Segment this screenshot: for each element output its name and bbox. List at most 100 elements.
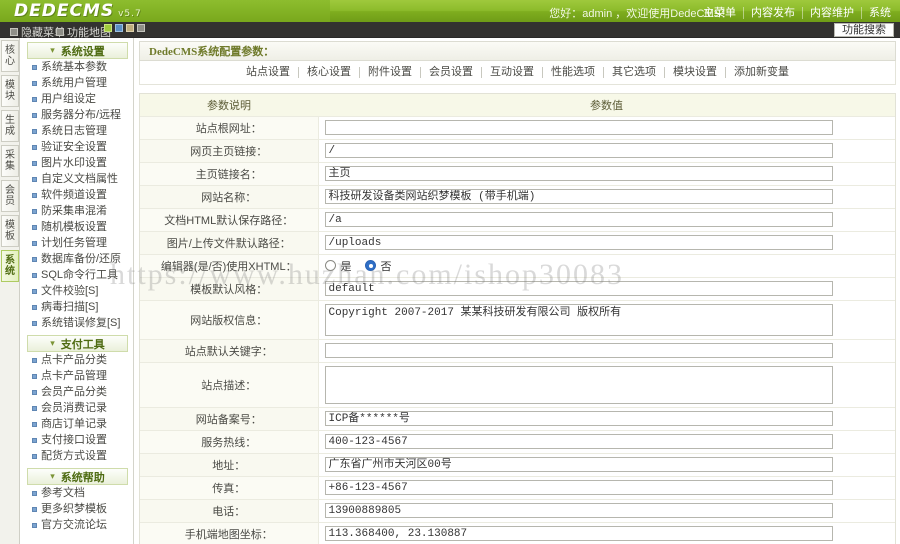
swatch-gray-icon[interactable]: [137, 24, 145, 32]
row-label-fax: 传真：: [140, 476, 319, 500]
table-row: 编辑器(是/否)使用XHTML： 是 否: [140, 254, 895, 278]
swatch-green-icon[interactable]: [104, 24, 112, 32]
input-phone[interactable]: 13900889805: [324, 503, 833, 518]
header-param-desc: 参数说明: [140, 94, 318, 117]
input-homepage-link[interactable]: /: [324, 143, 833, 158]
textarea-site-description[interactable]: [324, 365, 833, 404]
sidebar-item-delivery-method[interactable]: 配货方式设置: [21, 448, 133, 464]
sidebar-item-user-group-setting[interactable]: 用户组设定: [21, 91, 133, 107]
bullet-icon: [32, 96, 37, 102]
sidebar-item-more-templates[interactable]: 更多织梦模板: [21, 501, 133, 517]
rail-tab-member[interactable]: 会员: [1, 180, 19, 212]
rail-tab-system[interactable]: 系统: [1, 250, 19, 282]
input-site-root-url[interactable]: [324, 120, 833, 135]
input-default-keywords[interactable]: [324, 343, 833, 358]
radio-xhtml-no[interactable]: [364, 260, 376, 271]
table-row: 电话： 13900889805: [140, 499, 895, 523]
sidebar-item-file-verify[interactable]: 文件校验[S]: [21, 283, 133, 299]
tab-add-new-variable[interactable]: 添加新变量: [726, 67, 797, 78]
top-nav-content-publish[interactable]: 内容发布: [743, 7, 802, 19]
sidebar-item-reference-doc[interactable]: 参考文档: [21, 485, 133, 501]
sidebar-item-member-consumption-record[interactable]: 会员消费记录: [21, 400, 133, 416]
tab-other-options[interactable]: 其它选项: [604, 67, 665, 78]
sidebar-group-payment-tools[interactable]: ▾ 支付工具: [27, 335, 128, 352]
bullet-icon: [32, 160, 37, 166]
sidebar-item-db-backup-restore[interactable]: 数据库备份/还原: [21, 251, 133, 267]
row-label-html-save-path: 文档HTML默认保存路径：: [140, 208, 319, 232]
bullet-icon: [32, 128, 37, 134]
table-row: 文档HTML默认保存路径： /a: [140, 208, 895, 232]
rail-tab-core[interactable]: 核心: [1, 40, 19, 72]
tab-site-settings[interactable]: 站点设置: [238, 67, 299, 78]
row-label-xhtml-editor: 编辑器(是/否)使用XHTML：: [140, 254, 319, 278]
swatch-tan-icon[interactable]: [126, 24, 134, 32]
sidebar-item-member-product-category[interactable]: 会员产品分类: [21, 384, 133, 400]
module-rail: 核心 模块 生成 采集 会员 模板 系统: [0, 38, 20, 544]
radio-xhtml-yes[interactable]: [324, 260, 336, 271]
sidebar-group-system-settings[interactable]: ▾ 系统设置: [27, 42, 128, 59]
tab-attachment-settings[interactable]: 附件设置: [360, 67, 421, 78]
input-html-save-path[interactable]: /a: [324, 212, 833, 227]
input-icp-number[interactable]: ICP备******号: [324, 411, 833, 426]
tab-performance-options[interactable]: 性能选项: [543, 67, 604, 78]
input-site-name[interactable]: 科技研发设备类网站织梦模板 (带手机端): [324, 189, 833, 204]
sidebar-item-random-template[interactable]: 随机模板设置: [21, 219, 133, 235]
sidebar-item-payment-interface[interactable]: 支付接口设置: [21, 432, 133, 448]
bullet-icon: [32, 389, 37, 395]
feature-search-button[interactable]: 功能搜索: [834, 23, 894, 37]
sidebar-item-label: 服务器分布/远程: [41, 109, 122, 121]
sidebar-item-software-channel[interactable]: 软件频道设置: [21, 187, 133, 203]
tab-member-settings[interactable]: 会员设置: [421, 67, 482, 78]
sidebar-item-label: 软件频道设置: [41, 189, 107, 201]
sidebar-item-custom-doc-attr[interactable]: 自定义文档属性: [21, 171, 133, 187]
sidebar-item-system-log[interactable]: 系统日志管理: [21, 123, 133, 139]
tab-module-settings[interactable]: 模块设置: [665, 67, 726, 78]
logo-version: v5.7: [118, 9, 142, 19]
sidebar-item-label: SQL命令行工具: [41, 269, 119, 281]
sidebar-item-sql-tool[interactable]: SQL命令行工具: [21, 267, 133, 283]
sidebar-item-official-forum[interactable]: 官方交流论坛: [21, 517, 133, 533]
sidebar-item-scheduled-task[interactable]: 计划任务管理: [21, 235, 133, 251]
main-content: DedeCMS系统配置参数： 站点设置 核心设置 附件设置 会员设置 互动设置 …: [135, 38, 900, 544]
sidebar-item-virus-scan[interactable]: 病毒扫描[S]: [21, 299, 133, 315]
sidebar-item-image-watermark[interactable]: 图片水印设置: [21, 155, 133, 171]
settings-tabs: 站点设置 核心设置 附件设置 会员设置 互动设置 性能选项 其它选项 模块设置 …: [139, 61, 896, 85]
input-address[interactable]: 广东省广州市天河区00号: [324, 457, 833, 472]
input-homepage-link-name[interactable]: 主页: [324, 166, 833, 181]
top-nav-content-maintain[interactable]: 内容维护: [802, 7, 861, 19]
sidebar-item-server-distribution[interactable]: 服务器分布/远程: [21, 107, 133, 123]
sidebar-item-label: 更多织梦模板: [41, 503, 107, 515]
sidebar-item-card-product-category[interactable]: 点卡产品分类: [21, 352, 133, 368]
sidebar-item-system-basic-params[interactable]: 系统基本参数: [21, 59, 133, 75]
rail-tab-generate[interactable]: 生成: [1, 110, 19, 142]
rail-tab-collect[interactable]: 采集: [1, 145, 19, 177]
rail-tab-module[interactable]: 模块: [1, 75, 19, 107]
sidebar-item-label: 自定义文档属性: [41, 173, 118, 185]
sidebar-item-card-product-manage[interactable]: 点卡产品管理: [21, 368, 133, 384]
textarea-copyright[interactable]: Copyright 2007-2017 某某科技研发有限公司 版权所有: [324, 303, 833, 336]
tab-core-settings[interactable]: 核心设置: [299, 67, 360, 78]
sidebar-item-anti-collection[interactable]: 防采集串混淆: [21, 203, 133, 219]
top-nav-system[interactable]: 系统: [861, 7, 898, 19]
input-mobile-map-coords[interactable]: 113.368400, 23.130887: [324, 526, 833, 541]
input-fax[interactable]: +86-123-4567: [324, 480, 833, 495]
sidebar-item-label: 防采集串混淆: [41, 205, 107, 217]
theme-swatches[interactable]: [104, 24, 145, 32]
rail-tab-template[interactable]: 模板: [1, 215, 19, 247]
sidebar-item-label: 会员消费记录: [41, 402, 107, 414]
input-service-hotline[interactable]: 400-123-4567: [324, 434, 833, 449]
sidebar-item-label: 点卡产品管理: [41, 370, 107, 382]
row-label-homepage-link: 网页主页链接：: [140, 139, 319, 163]
sidebar-item-system-error-repair[interactable]: 系统错误修复[S]: [21, 315, 133, 331]
sidebar-item-label: 官方交流论坛: [41, 519, 107, 531]
swatch-blue-icon[interactable]: [115, 24, 123, 32]
input-upload-path[interactable]: /uploads: [324, 235, 833, 250]
sidebar-item-shop-order-record[interactable]: 商店订单记录: [21, 416, 133, 432]
sidebar-item-system-user-manage[interactable]: 系统用户管理: [21, 75, 133, 91]
input-default-style[interactable]: default: [324, 281, 833, 296]
sidebar-item-verify-security[interactable]: 验证安全设置: [21, 139, 133, 155]
sidebar-group-system-help[interactable]: ▾ 系统帮助: [27, 468, 128, 485]
tab-interactive-settings[interactable]: 互动设置: [482, 67, 543, 78]
bullet-icon: [32, 304, 37, 310]
top-nav-main-menu[interactable]: 主菜单: [696, 7, 743, 19]
